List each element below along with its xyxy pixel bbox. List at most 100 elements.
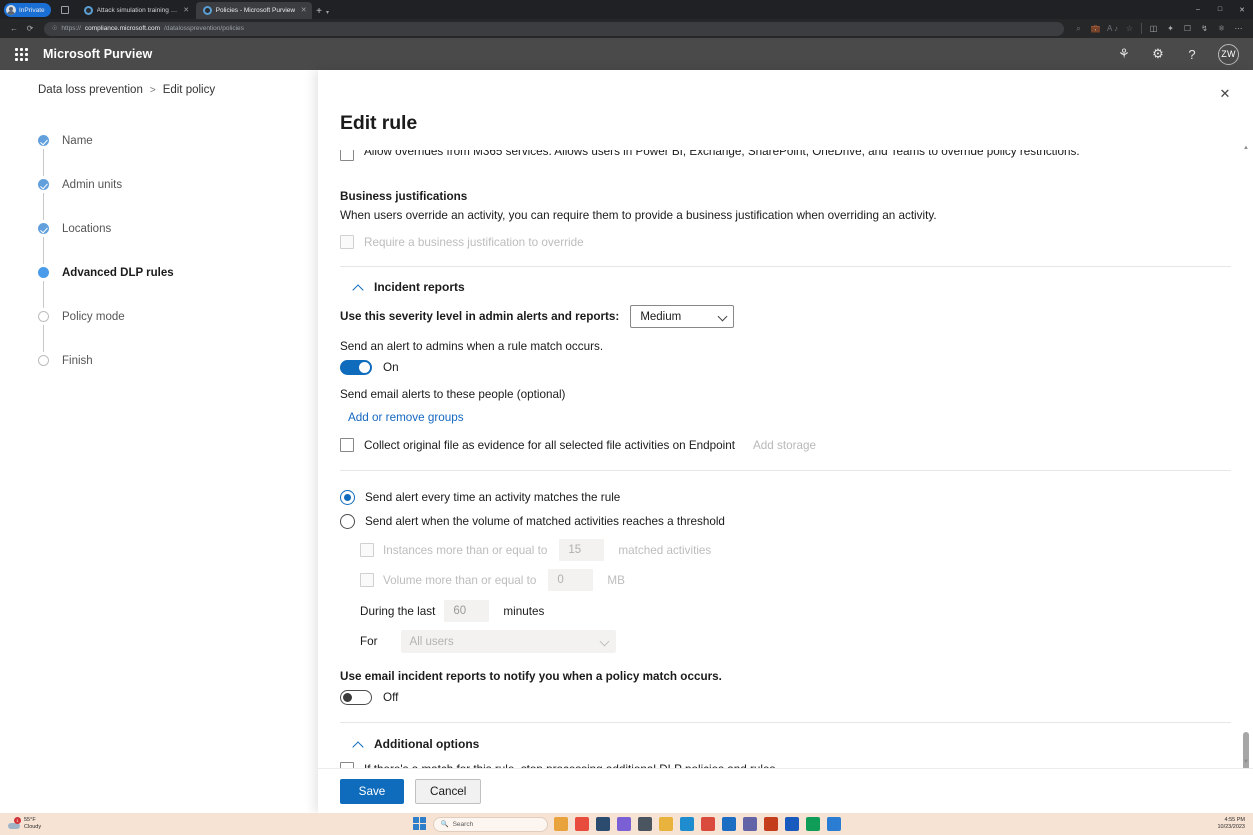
alert-every-time-radio[interactable] <box>340 490 355 505</box>
add-storage-link[interactable]: Add storage <box>753 439 816 452</box>
save-button[interactable]: Save <box>340 779 404 804</box>
file-explorer-icon[interactable] <box>659 817 673 831</box>
severity-select[interactable]: Medium <box>630 305 734 328</box>
require-justification-row[interactable]: Require a business justification to over… <box>340 235 1231 249</box>
store-icon[interactable] <box>575 817 589 831</box>
search-icon: 🔍 <box>441 820 449 828</box>
chrome-icon[interactable] <box>701 817 715 831</box>
instances-label: Instances more than or equal to <box>383 544 547 557</box>
tab-search-icon[interactable] <box>57 3 73 17</box>
scroll-up-icon[interactable]: ▲ <box>1240 142 1252 154</box>
refresh-icon[interactable]: ⟳ <box>22 21 38 37</box>
read-aloud-icon[interactable]: A ♪ <box>1104 21 1121 37</box>
onenote-icon[interactable] <box>827 817 841 831</box>
close-icon[interactable]: ✕ <box>1216 84 1234 102</box>
back-arrow-icon[interactable]: ← <box>6 21 22 37</box>
weather-temperature: 55°F <box>24 817 41 824</box>
divider <box>340 470 1231 471</box>
tab-favicon-icon <box>203 6 212 15</box>
edge-icon[interactable] <box>680 817 694 831</box>
business-justifications-description: When users override an activity, you can… <box>340 209 1231 222</box>
wizard-step-name[interactable]: Name <box>38 132 278 149</box>
chevron-down-icon[interactable]: ▾ <box>326 9 329 16</box>
require-justification-label: Require a business justification to over… <box>364 236 584 249</box>
zoom-icon[interactable]: ⌕ <box>1070 21 1087 37</box>
step-active-icon <box>38 267 49 278</box>
wizard-step-label: Finish <box>62 355 93 367</box>
instances-suffix: matched activities <box>618 544 711 557</box>
wizard-step-admin-units[interactable]: Admin units <box>38 176 278 193</box>
wizard-step-locations[interactable]: Locations <box>38 220 278 237</box>
downloads-icon[interactable]: ↯ <box>1196 21 1213 37</box>
window-controls: – □ ✕ <box>1187 0 1253 19</box>
browser-tab-1[interactable]: Attack simulation training - Mic ✕ <box>77 2 195 19</box>
wizard-step-policy-mode[interactable]: Policy mode <box>38 308 278 325</box>
taskbar-apps <box>554 817 841 831</box>
new-tab-button[interactable]: + <box>316 7 322 17</box>
widgets-icon[interactable] <box>554 817 568 831</box>
site-info-icon[interactable]: ☉ <box>52 25 57 32</box>
additional-options-section-header[interactable]: Additional options <box>353 737 1231 751</box>
favorite-star-icon[interactable]: ☆ <box>1121 21 1138 37</box>
wizard-step-finish[interactable]: Finish <box>38 352 278 369</box>
avatar[interactable]: ZW <box>1218 44 1239 65</box>
maximize-icon[interactable]: □ <box>1209 0 1231 19</box>
chevron-down-icon <box>601 638 609 646</box>
volume-checkbox <box>360 573 374 587</box>
app-launcher-icon[interactable] <box>12 45 30 63</box>
add-remove-groups-link[interactable]: Add or remove groups <box>348 411 1231 424</box>
allow-overrides-row[interactable]: Allow overrides from M365 services. Allo… <box>340 150 1231 163</box>
more-options-icon[interactable]: ⋯ <box>1230 21 1247 37</box>
collections-icon[interactable]: ✦ <box>1162 21 1179 37</box>
minimize-icon[interactable]: – <box>1187 0 1209 19</box>
alert-admins-toggle-row[interactable]: On <box>340 360 1231 375</box>
taskbar-clock[interactable]: 4:55 PM 10/23/2023 <box>1217 817 1245 831</box>
allow-overrides-checkbox[interactable] <box>340 150 354 161</box>
weather-widget[interactable]: 1 55°F Cloudy <box>0 817 41 831</box>
alert-admins-toggle[interactable] <box>340 360 372 375</box>
start-button-icon[interactable] <box>413 817 427 831</box>
wizard-steps: Name Admin units Locations Advanced DLP … <box>38 132 278 369</box>
wizard-step-advanced-dlp-rules[interactable]: Advanced DLP rules <box>38 264 278 281</box>
email-reports-toggle[interactable] <box>340 690 372 705</box>
close-icon[interactable]: ✕ <box>299 6 308 15</box>
scroll-down-icon[interactable]: ▼ <box>1240 756 1252 768</box>
excel-icon[interactable] <box>806 817 820 831</box>
help-icon[interactable]: ? <box>1184 46 1200 62</box>
office-icon[interactable] <box>764 817 778 831</box>
wallet-icon[interactable]: 💼 <box>1087 21 1104 37</box>
teams-icon[interactable] <box>743 817 757 831</box>
alert-threshold-radio[interactable] <box>340 514 355 529</box>
address-bar[interactable]: ☉ https:// compliance.microsoft.com /dat… <box>44 22 1064 36</box>
alert-every-time-row[interactable]: Send alert every time an activity matche… <box>340 490 1231 505</box>
gear-icon[interactable]: ⚙ <box>1150 46 1166 62</box>
browser-tab-2[interactable]: Policies - Microsoft Purview ✕ <box>196 2 312 19</box>
email-reports-toggle-row[interactable]: Off <box>340 690 1231 705</box>
alert-admins-label: Send an alert to admins when a rule matc… <box>340 340 1231 353</box>
collect-evidence-row[interactable]: Collect original file as evidence for al… <box>340 438 1231 452</box>
diagnostics-icon[interactable]: ⚘ <box>1116 46 1132 62</box>
browser-window: InPrivate Attack simulation training - M… <box>0 0 1253 835</box>
close-window-icon[interactable]: ✕ <box>1231 0 1253 19</box>
settings-gear-icon[interactable] <box>638 817 652 831</box>
edit-rule-form: Allow overrides from M365 services. Allo… <box>318 150 1253 768</box>
during-last-input[interactable]: 60 <box>444 600 489 622</box>
incident-reports-section-header[interactable]: Incident reports <box>353 280 1231 294</box>
cancel-button[interactable]: Cancel <box>415 779 481 804</box>
alert-threshold-label: Send alert when the volume of matched ac… <box>365 515 725 528</box>
browser-essentials-icon[interactable]: ☐ <box>1179 21 1196 37</box>
outlook-icon[interactable] <box>722 817 736 831</box>
split-screen-icon[interactable]: ◫ <box>1145 21 1162 37</box>
inprivate-badge[interactable]: InPrivate <box>4 3 51 17</box>
word-icon[interactable] <box>785 817 799 831</box>
alert-every-time-label: Send alert every time an activity matche… <box>365 491 620 504</box>
terminal-icon[interactable] <box>596 817 610 831</box>
copilot-icon[interactable]: ⚛ <box>1213 21 1230 37</box>
alert-threshold-row[interactable]: Send alert when the volume of matched ac… <box>340 514 1231 529</box>
chat-icon[interactable] <box>617 817 631 831</box>
close-icon[interactable]: ✕ <box>182 6 191 15</box>
breadcrumb-root[interactable]: Data loss prevention <box>38 84 143 96</box>
panel-scrollbar[interactable]: ▲ ▼ <box>1240 142 1252 768</box>
collect-evidence-checkbox[interactable] <box>340 438 354 452</box>
taskbar-search-input[interactable]: 🔍 Search <box>433 817 548 832</box>
